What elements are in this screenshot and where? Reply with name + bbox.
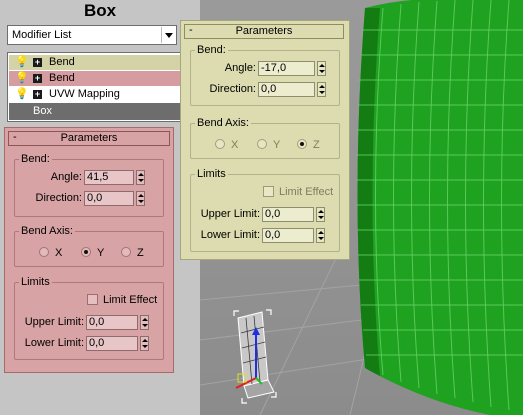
spinner-arrows-icon[interactable]: [316, 207, 325, 222]
direction-label: Direction:: [209, 83, 256, 95]
stack-item-bend-selected[interactable]: 💡 + Bend: [9, 71, 194, 86]
bent-box-mesh[interactable]: [356, 0, 523, 415]
bend-axis-group: Bend Axis: X Y Z: [14, 225, 164, 267]
collapse-minus-icon[interactable]: -: [13, 131, 17, 144]
axis-y-label: Y: [97, 247, 105, 259]
lightbulb-icon[interactable]: 💡: [15, 88, 29, 100]
lower-limit-label: Lower Limit:: [200, 229, 260, 241]
limit-effect-label: Limit Effect: [279, 186, 334, 198]
bend-group: Bend: Angle: -17,0 Direction: 0,0: [190, 44, 340, 106]
group-title: Bend Axis:: [195, 117, 251, 129]
limits-group: Limits Limit Effect Upper Limit: 0,0 Low…: [14, 276, 164, 360]
bend-parameters-rollout-floating: - Parameters Bend: Angle: -17,0 Directio…: [180, 20, 350, 260]
lightbulb-icon[interactable]: 💡: [15, 72, 29, 84]
group-title: Bend:: [19, 153, 52, 165]
axis-y-label: Y: [273, 139, 281, 151]
stack-item-uvw-mapping[interactable]: 💡 + UVW Mapping: [9, 87, 194, 102]
dropdown-separator: [161, 27, 162, 43]
bend-axis-group: Bend Axis: X Y Z: [190, 117, 340, 159]
axis-z-radio[interactable]: [297, 139, 307, 149]
stack-item-label: Bend: [49, 72, 75, 84]
expand-plus-icon[interactable]: +: [33, 74, 42, 83]
group-title: Bend:: [195, 44, 228, 56]
axis-z-label: Z: [137, 247, 144, 259]
spinner-arrows-icon[interactable]: [316, 228, 325, 243]
group-title: Bend Axis:: [19, 225, 75, 237]
axis-y-radio[interactable]: [257, 139, 267, 149]
axis-x-radio[interactable]: [215, 139, 225, 149]
lightbulb-icon[interactable]: 💡: [15, 56, 29, 68]
angle-label: Angle:: [50, 171, 82, 183]
angle-field[interactable]: 41,5: [84, 170, 134, 185]
bend-group: Bend: Angle: 41,5 Direction: 0,0: [14, 153, 164, 217]
upper-limit-label: Upper Limit:: [200, 208, 260, 220]
upper-limit-label: Upper Limit:: [24, 316, 84, 328]
lower-limit-field[interactable]: 0,0: [86, 336, 138, 351]
stack-item-label: Bend: [49, 56, 75, 68]
modifier-stack[interactable]: 💡 + Bend 💡 + Bend 💡 + UVW Mapping Box: [7, 52, 196, 122]
axis-y-radio[interactable]: [81, 247, 91, 257]
expand-plus-icon[interactable]: +: [33, 58, 42, 67]
spinner-arrows-icon[interactable]: [136, 170, 145, 185]
rollout-title: Parameters: [60, 132, 118, 144]
bend-parameters-rollout-active: - Parameters Bend: Angle: 41,5 Direction…: [4, 127, 174, 373]
modifier-list-dropdown[interactable]: Modifier List: [7, 25, 177, 45]
direction-label: Direction:: [35, 192, 82, 204]
stack-item-label: Box: [33, 105, 52, 117]
spinner-arrows-icon[interactable]: [140, 336, 149, 351]
group-title: Limits: [19, 276, 52, 288]
command-panel: Box Modifier List 💡 + Bend 💡 + Bend 💡 + …: [0, 0, 200, 415]
object-name[interactable]: Box: [0, 0, 200, 21]
spinner-arrows-icon[interactable]: [136, 191, 145, 206]
axis-x-label: X: [55, 247, 63, 259]
angle-field[interactable]: -17,0: [258, 61, 315, 76]
limit-effect-checkbox[interactable]: [87, 294, 98, 305]
stack-item-label: UVW Mapping: [49, 88, 120, 100]
limit-effect-checkbox[interactable]: [263, 186, 274, 197]
spinner-arrows-icon[interactable]: [140, 315, 149, 330]
lower-limit-label: Lower Limit:: [24, 337, 84, 349]
stack-item-bend-top[interactable]: 💡 + Bend: [9, 55, 194, 70]
angle-label: Angle:: [224, 62, 256, 74]
limit-effect-label: Limit Effect: [103, 294, 158, 306]
rollout-title: Parameters: [235, 25, 293, 37]
rollout-header[interactable]: - Parameters: [184, 24, 344, 39]
modifier-list-value: Modifier List: [12, 29, 72, 41]
rollout-header[interactable]: - Parameters: [8, 131, 170, 146]
dropdown-arrow-icon[interactable]: [165, 33, 173, 38]
collapse-minus-icon[interactable]: -: [189, 24, 193, 37]
stack-item-box[interactable]: Box: [9, 103, 194, 120]
lower-limit-field[interactable]: 0,0: [262, 228, 314, 243]
direction-field[interactable]: 0,0: [84, 191, 134, 206]
spinner-arrows-icon[interactable]: [317, 61, 326, 76]
axis-z-radio[interactable]: [121, 247, 131, 257]
axis-x-radio[interactable]: [39, 247, 49, 257]
direction-field[interactable]: 0,0: [258, 82, 315, 97]
upper-limit-field[interactable]: 0,0: [262, 207, 314, 222]
group-title: Limits: [195, 168, 228, 180]
limits-group: Limits Limit Effect Upper Limit: 0,0 Low…: [190, 168, 340, 252]
axis-x-label: X: [231, 139, 239, 151]
upper-limit-field[interactable]: 0,0: [86, 315, 138, 330]
spinner-arrows-icon[interactable]: [317, 82, 326, 97]
axis-z-label: Z: [313, 139, 320, 151]
expand-plus-icon[interactable]: +: [33, 90, 42, 99]
